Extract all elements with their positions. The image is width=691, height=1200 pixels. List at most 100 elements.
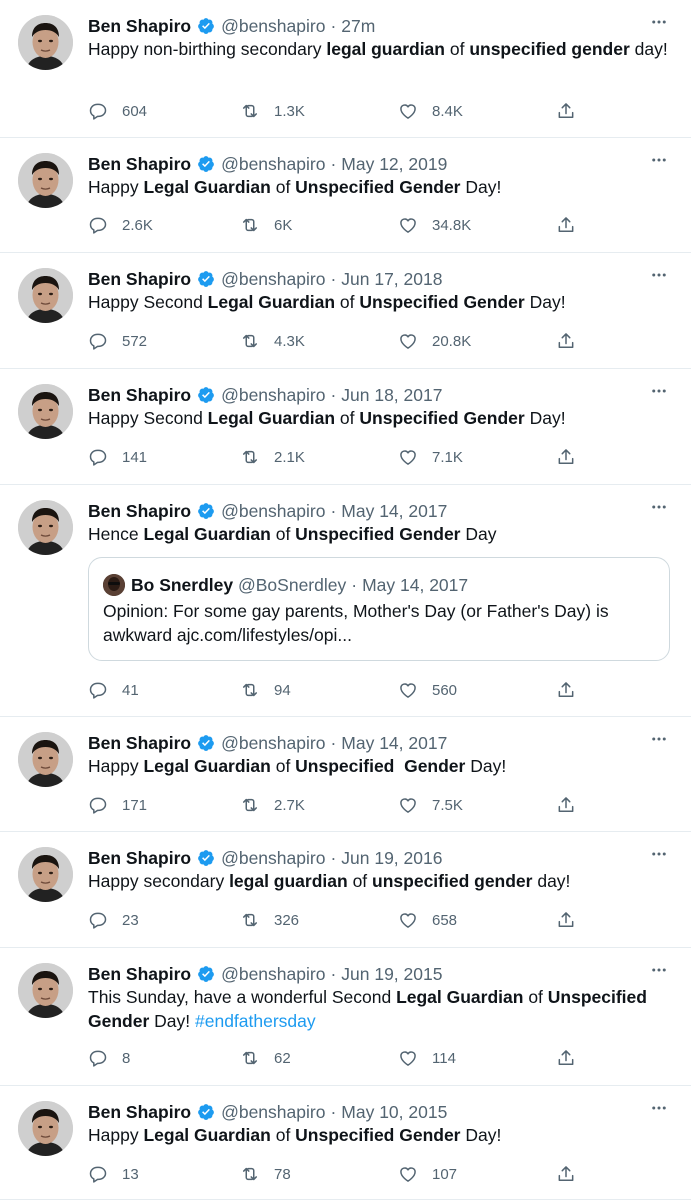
retweet-button[interactable]: 62 [240, 1047, 291, 1069]
author-name[interactable]: Ben Shapiro [88, 385, 191, 406]
like-button[interactable]: 114 [398, 1047, 456, 1069]
reply-button[interactable]: 2.6K [88, 214, 153, 236]
tweet[interactable]: Ben Shapiro @benshapiro · May 14, 2017 Happy… [0, 717, 691, 832]
reply-button[interactable]: 8 [88, 1047, 130, 1069]
avatar[interactable] [18, 384, 73, 439]
replies-count: 23 [122, 911, 139, 929]
bold-text: Legal Guardian [207, 408, 336, 428]
avatar[interactable] [18, 15, 73, 70]
like-button[interactable]: 7.1K [398, 446, 463, 468]
avatar[interactable] [18, 1101, 73, 1156]
like-button[interactable]: 107 [398, 1163, 457, 1185]
author-name[interactable]: Ben Shapiro [88, 501, 191, 522]
share-button[interactable] [556, 214, 590, 236]
more-options-icon[interactable] [649, 844, 669, 864]
share-icon [556, 1048, 590, 1068]
avatar[interactable] [18, 153, 73, 208]
tweet-actions: 8 62 114 [88, 1047, 588, 1069]
more-options-icon[interactable] [649, 12, 669, 32]
tweet-date[interactable]: Jun 19, 2016 [341, 848, 442, 869]
more-options-icon[interactable] [649, 265, 669, 285]
author-name[interactable]: Ben Shapiro [88, 848, 191, 869]
retweet-button[interactable]: 326 [240, 909, 299, 931]
avatar[interactable] [18, 847, 73, 902]
share-button[interactable] [556, 100, 590, 122]
author-name[interactable]: Ben Shapiro [88, 964, 191, 985]
author-handle[interactable]: @benshapiro [221, 733, 325, 754]
retweet-button[interactable]: 94 [240, 679, 291, 701]
tweet-date[interactable]: May 10, 2015 [341, 1102, 447, 1123]
author-handle[interactable]: @benshapiro [221, 385, 325, 406]
retweet-button[interactable]: 1.3K [240, 100, 305, 122]
like-button[interactable]: 20.8K [398, 330, 471, 352]
like-button[interactable]: 8.4K [398, 100, 463, 122]
more-options-icon[interactable] [649, 150, 669, 170]
author-handle[interactable]: @benshapiro [221, 848, 325, 869]
bold-text: Unspecified Gender [295, 524, 461, 544]
tweet-date[interactable]: May 14, 2017 [341, 733, 447, 754]
share-button[interactable] [556, 679, 590, 701]
like-button[interactable]: 34.8K [398, 214, 471, 236]
author-handle[interactable]: @benshapiro [221, 501, 325, 522]
share-button[interactable] [556, 1047, 590, 1069]
like-button[interactable]: 560 [398, 679, 457, 701]
reply-button[interactable]: 572 [88, 330, 147, 352]
retweet-button[interactable]: 2.7K [240, 794, 305, 816]
author-name[interactable]: Ben Shapiro [88, 269, 191, 290]
tweet-date[interactable]: Jun 17, 2018 [341, 269, 442, 290]
reply-button[interactable]: 13 [88, 1163, 139, 1185]
tweet[interactable]: Ben Shapiro @benshapiro · Jun 19, 2015 This … [0, 948, 691, 1086]
tweet[interactable]: Ben Shapiro @benshapiro · Jun 18, 2017 Happy… [0, 369, 691, 485]
reply-button[interactable]: 141 [88, 446, 147, 468]
author-handle[interactable]: @benshapiro [221, 16, 325, 37]
tweet-date[interactable]: Jun 19, 2015 [341, 964, 442, 985]
tweet-date[interactable]: May 14, 2017 [341, 501, 447, 522]
avatar[interactable] [18, 732, 73, 787]
reply-button[interactable]: 41 [88, 679, 139, 701]
retweet-button[interactable]: 78 [240, 1163, 291, 1185]
retweet-button[interactable]: 6K [240, 214, 292, 236]
share-button[interactable] [556, 1163, 590, 1185]
author-name[interactable]: Ben Shapiro [88, 733, 191, 754]
author-handle[interactable]: @benshapiro [221, 269, 325, 290]
avatar[interactable] [18, 963, 73, 1018]
tweet-date[interactable]: Jun 18, 2017 [341, 385, 442, 406]
author-name[interactable]: Ben Shapiro [88, 1102, 191, 1123]
tweet-date[interactable]: 27m [341, 16, 375, 37]
tweet[interactable]: Ben Shapiro @benshapiro · Jun 19, 2016 Happy… [0, 832, 691, 948]
retweet-button[interactable]: 2.1K [240, 446, 305, 468]
retweet-icon [240, 215, 274, 235]
text-segment: Day! [524, 408, 566, 428]
more-options-icon[interactable] [649, 497, 669, 517]
tweet-header: Ben Shapiro @benshapiro · Jun 19, 2016 [88, 846, 442, 870]
reply-button[interactable]: 23 [88, 909, 139, 931]
tweet[interactable]: Ben Shapiro @benshapiro · 27m Happy non-birt… [0, 0, 691, 138]
more-options-icon[interactable] [649, 1098, 669, 1118]
share-button[interactable] [556, 330, 590, 352]
author-handle[interactable]: @benshapiro [221, 964, 325, 985]
more-options-icon[interactable] [649, 960, 669, 980]
tweet[interactable]: Ben Shapiro @benshapiro · May 12, 2019 Happy… [0, 138, 691, 253]
author-handle[interactable]: @benshapiro [221, 1102, 325, 1123]
quoted-tweet[interactable]: Bo Snerdley @BoSnerdley · May 14, 2017 Opin… [88, 557, 670, 661]
author-name[interactable]: Ben Shapiro [88, 154, 191, 175]
author-handle[interactable]: @benshapiro [221, 154, 325, 175]
like-button[interactable]: 7.5K [398, 794, 463, 816]
tweet[interactable]: Ben Shapiro @benshapiro · May 14, 2017 Hence… [0, 485, 691, 717]
retweet-button[interactable]: 4.3K [240, 330, 305, 352]
reply-button[interactable]: 604 [88, 100, 147, 122]
hashtag-link[interactable]: #endfathersday [195, 1011, 316, 1031]
more-options-icon[interactable] [649, 729, 669, 749]
tweet[interactable]: Ben Shapiro @benshapiro · May 10, 2015 Happy… [0, 1086, 691, 1200]
author-name[interactable]: Ben Shapiro [88, 16, 191, 37]
share-button[interactable] [556, 446, 590, 468]
avatar[interactable] [18, 500, 73, 555]
tweet[interactable]: Ben Shapiro @benshapiro · Jun 17, 2018 Happy… [0, 253, 691, 369]
like-button[interactable]: 658 [398, 909, 457, 931]
tweet-date[interactable]: May 12, 2019 [341, 154, 447, 175]
reply-button[interactable]: 171 [88, 794, 147, 816]
share-button[interactable] [556, 909, 590, 931]
share-button[interactable] [556, 794, 590, 816]
avatar[interactable] [18, 268, 73, 323]
more-options-icon[interactable] [649, 381, 669, 401]
